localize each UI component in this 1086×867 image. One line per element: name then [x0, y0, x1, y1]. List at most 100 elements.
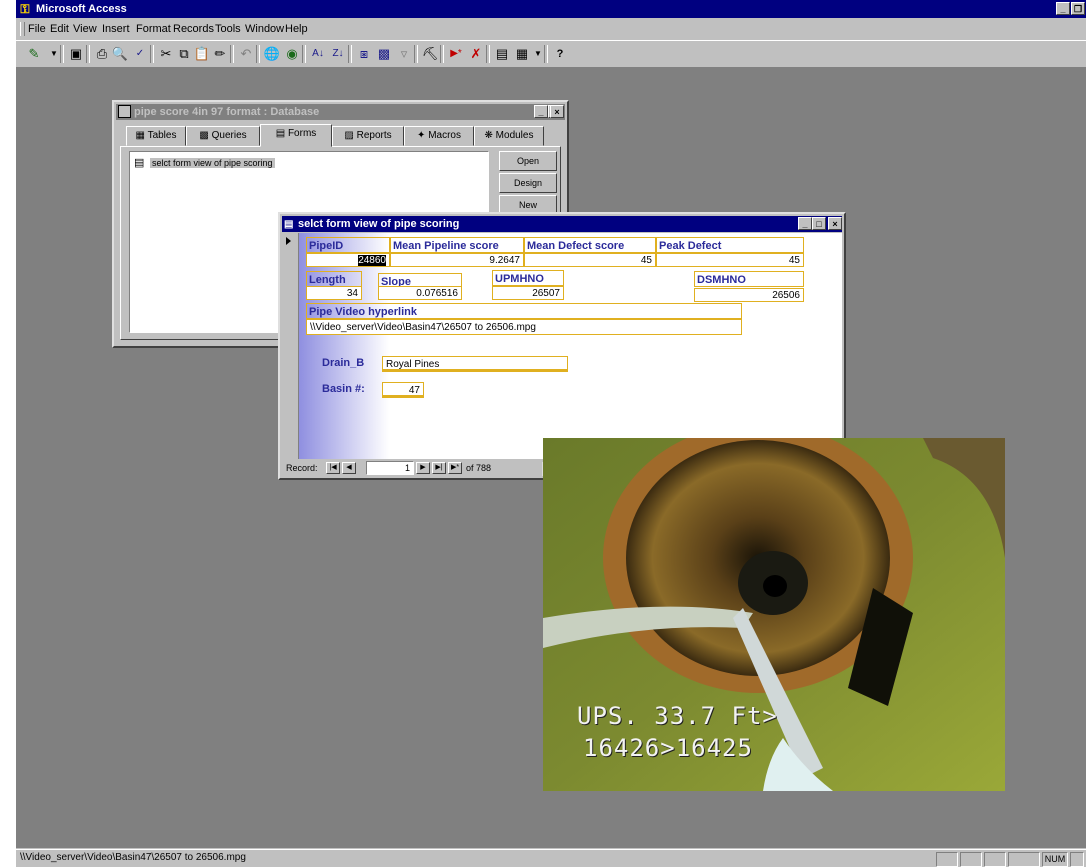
first-record-button[interactable]: |◀	[326, 462, 340, 474]
design-view-icon[interactable]: ✎	[24, 44, 44, 64]
tab-queries[interactable]: ▩ Queries	[186, 126, 260, 146]
minimize-button[interactable]: _	[534, 105, 548, 118]
open-button[interactable]: Open	[499, 151, 557, 171]
slope-field[interactable]: 0.076516	[378, 286, 462, 300]
menu-records[interactable]: Records	[173, 19, 214, 39]
database-window-title-bar[interactable]: pipe score 4in 97 format : Database _ □	[116, 104, 565, 120]
basin-field[interactable]: 47	[382, 382, 424, 398]
menu-help[interactable]: Help	[285, 19, 308, 39]
length-field[interactable]: 34	[306, 286, 362, 300]
cut-icon[interactable]: ✂	[156, 44, 176, 64]
help-icon[interactable]: ?	[550, 44, 570, 64]
menu-file[interactable]: File	[28, 19, 46, 39]
current-record-arrow-icon	[286, 237, 291, 245]
status-panel	[984, 852, 1006, 867]
mean-pipeline-score-field[interactable]: 9.2647	[390, 253, 524, 267]
print-icon[interactable]: ⎙	[92, 44, 112, 64]
close-button[interactable]: ×	[828, 217, 842, 230]
form-window-title: selct form view of pipe scoring	[298, 218, 460, 230]
print-preview-icon[interactable]: 🔍	[110, 44, 130, 64]
minimize-button[interactable]: _	[798, 217, 812, 230]
pipe-id-label: PipeID	[306, 237, 390, 253]
new-record-button[interactable]: ▶*	[448, 462, 462, 474]
restore-button[interactable]: ❐	[1071, 2, 1085, 15]
form-icon: ▤	[284, 219, 294, 230]
delete-record-icon[interactable]: ✗	[466, 44, 486, 64]
close-button[interactable]: ×	[550, 105, 564, 118]
drain-b-label: Drain_B	[322, 357, 365, 369]
record-label: Record:	[286, 463, 318, 473]
find-icon[interactable]: ⛏	[420, 44, 440, 64]
database-icon	[118, 105, 131, 118]
database-window-title: pipe score 4in 97 format : Database	[134, 106, 320, 118]
status-panel	[960, 852, 982, 867]
num-lock-indicator: NUM	[1042, 852, 1068, 867]
tab-forms[interactable]: ▤ Forms	[260, 124, 332, 147]
access-key-icon: ⚿	[20, 2, 30, 16]
pipe-video-hyperlink-field[interactable]: \\Video_server\Video\Basin47\26507 to 26…	[306, 319, 742, 335]
drain-b-field[interactable]: Royal Pines	[382, 356, 568, 372]
paste-icon[interactable]: 📋	[192, 44, 212, 64]
upmhno-field[interactable]: 26507	[492, 286, 564, 300]
form-window-title-bar[interactable]: ▤ selct form view of pipe scoring _ □ ×	[282, 216, 842, 232]
module-icon: ❋	[484, 130, 496, 141]
menu-grip[interactable]	[20, 22, 25, 36]
save-icon[interactable]: ▣	[66, 44, 86, 64]
format-painter-icon[interactable]: ✏	[210, 44, 230, 64]
tab-modules[interactable]: ❋ Modules	[474, 126, 544, 146]
form-item-label: selct form view of pipe scoring	[150, 158, 275, 168]
database-toolbar: ✎ ▼ ▣ ⎙ 🔍 ✓ ✂ ⧉ 📋 ✏ ↶ 🌐 ◉ A↓ Z↓ ⧆ ▩ ▿ ⛏ …	[16, 40, 1086, 68]
web-toolbar-icon[interactable]: ◉	[282, 44, 302, 64]
undo-icon[interactable]: ↶	[236, 44, 256, 64]
next-record-button[interactable]: ▶	[416, 462, 430, 474]
tab-tables[interactable]: ▦ Tables	[126, 126, 186, 146]
filter-by-selection-icon[interactable]: ⧆	[354, 44, 374, 64]
status-panel	[1008, 852, 1040, 867]
menu-view[interactable]: View	[73, 19, 97, 39]
length-label: Length	[306, 271, 362, 287]
record-count: of 788	[466, 463, 492, 473]
menu-format[interactable]: Format	[136, 19, 171, 39]
macro-icon: ✦	[417, 130, 429, 141]
filter-by-form-icon[interactable]: ▩	[374, 44, 394, 64]
last-record-button[interactable]: ▶|	[432, 462, 446, 474]
pipe-video-hyperlink-label: Pipe Video hyperlink	[306, 303, 742, 319]
pipe-id-field[interactable]: 24860	[306, 253, 390, 267]
dsmhno-field[interactable]: 26506	[694, 288, 804, 302]
sort-ascending-icon[interactable]: A↓	[308, 44, 328, 64]
new-record-icon[interactable]: ▶*	[446, 44, 466, 64]
copy-icon[interactable]: ⧉	[174, 44, 194, 64]
list-item[interactable]: ▤ selct form view of pipe scoring	[134, 156, 275, 170]
design-button[interactable]: Design	[499, 173, 557, 193]
sort-descending-icon[interactable]: Z↓	[328, 44, 348, 64]
dsmhno-label: DSMHNO	[694, 271, 804, 287]
peak-defect-label: Peak Defect	[656, 237, 804, 253]
report-icon: ▨	[344, 130, 357, 141]
upmhno-label: UPMHNO	[492, 270, 564, 286]
menu-edit[interactable]: Edit	[50, 19, 69, 39]
status-text: \\Video_server\Video\Basin47\26507 to 26…	[20, 852, 246, 863]
query-icon: ▩	[199, 130, 212, 141]
tab-macros[interactable]: ✦ Macros	[404, 126, 474, 146]
menu-window[interactable]: Window	[245, 19, 284, 39]
status-panel	[936, 852, 958, 867]
spelling-icon[interactable]: ✓	[130, 44, 150, 64]
record-selector[interactable]	[282, 233, 299, 459]
current-record-input[interactable]: 1	[366, 461, 414, 475]
tab-reports[interactable]: ▨ Reports	[332, 126, 404, 146]
database-window-icon[interactable]: ▤	[492, 44, 512, 64]
app-title-bar[interactable]: ⚿ Microsoft Access _ ❐	[16, 0, 1086, 18]
peak-defect-field[interactable]: 45	[656, 253, 804, 267]
mean-defect-score-field[interactable]: 45	[524, 253, 656, 267]
mean-pipeline-score-label: Mean Pipeline score	[390, 237, 524, 253]
insert-hyperlink-icon[interactable]: 🌐	[262, 44, 282, 64]
menu-insert[interactable]: Insert	[102, 19, 130, 39]
maximize-button[interactable]: □	[812, 217, 826, 230]
previous-record-button[interactable]: ◀	[342, 462, 356, 474]
menu-tools[interactable]: Tools	[215, 19, 241, 39]
minimize-button[interactable]: _	[1056, 2, 1070, 15]
form-icon: ▤	[275, 128, 288, 139]
form-detail-section: PipeID Mean Pipeline score Mean Defect s…	[282, 233, 842, 459]
mean-defect-score-label: Mean Defect score	[524, 237, 656, 253]
apply-filter-icon[interactable]: ▿	[394, 44, 414, 64]
